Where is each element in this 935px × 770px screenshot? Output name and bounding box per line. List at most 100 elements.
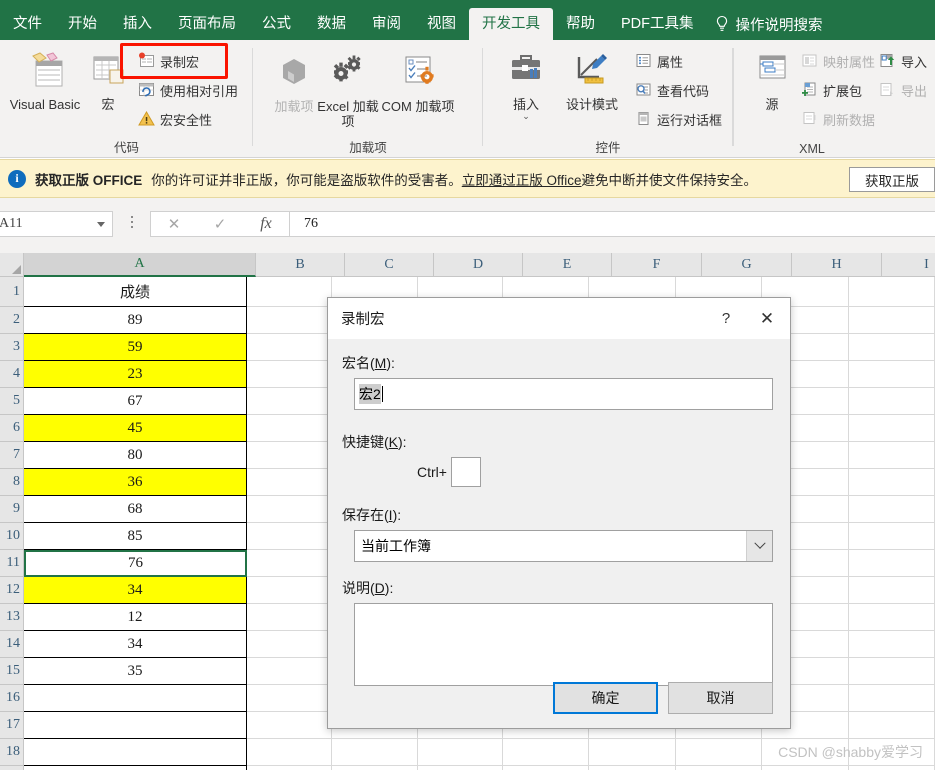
cell-b12[interactable]	[246, 577, 333, 604]
record-macro-button[interactable]: 录制宏	[138, 50, 238, 73]
cell-b18[interactable]	[246, 739, 333, 766]
cell-b1[interactable]	[246, 277, 333, 307]
tab-home[interactable]: 开始	[55, 8, 110, 40]
close-icon[interactable]: ✕	[744, 298, 790, 339]
cell-i14[interactable]	[848, 631, 935, 658]
expansion-pack-button[interactable]: 扩展包	[801, 79, 875, 102]
cell-b2[interactable]	[246, 307, 333, 334]
row-header-1[interactable]: 1	[0, 277, 24, 307]
cell-a7[interactable]: 80	[24, 442, 247, 469]
cancel-button[interactable]: 取消	[668, 682, 773, 714]
cell-b16[interactable]	[246, 685, 333, 712]
row-header-16[interactable]: 16	[0, 685, 24, 712]
row-header-18[interactable]: 18	[0, 739, 24, 766]
cell-i7[interactable]	[848, 442, 935, 469]
cell-b8[interactable]	[246, 469, 333, 496]
select-all-corner[interactable]	[0, 253, 24, 277]
cell-i8[interactable]	[848, 469, 935, 496]
name-box[interactable]: A11	[0, 211, 113, 237]
column-header-i[interactable]: I	[882, 253, 935, 277]
cell-i19[interactable]	[848, 766, 935, 770]
macro-security-button[interactable]: 宏安全性	[138, 108, 238, 131]
cell-a15[interactable]: 35	[24, 658, 247, 685]
cell-b7[interactable]	[246, 442, 333, 469]
column-header-a[interactable]: A	[24, 253, 256, 277]
design-mode-button[interactable]: 设计模式	[555, 46, 629, 112]
chevron-down-icon[interactable]	[746, 531, 772, 561]
cell-b15[interactable]	[246, 658, 333, 685]
cell-i10[interactable]	[848, 523, 935, 550]
run-dialog-button[interactable]: 运行对话框	[635, 108, 722, 131]
row-header-8[interactable]: 8	[0, 469, 24, 496]
row-header-3[interactable]: 3	[0, 334, 24, 361]
cancel-icon[interactable]: ✕	[151, 212, 197, 236]
row-header-10[interactable]: 10	[0, 523, 24, 550]
cell-a4[interactable]: 23	[24, 361, 247, 388]
cell-i17[interactable]	[848, 712, 935, 739]
cell-i2[interactable]	[848, 307, 935, 334]
tab-file[interactable]: 文件	[0, 8, 55, 40]
cell-a10[interactable]: 85	[24, 523, 247, 550]
cell-a6[interactable]: 45	[24, 415, 247, 442]
column-header-f[interactable]: F	[612, 253, 702, 277]
shortcut-key-input[interactable]	[450, 457, 481, 487]
cell-a5[interactable]: 67	[24, 388, 247, 415]
cell-a18[interactable]	[24, 739, 247, 766]
cell-i9[interactable]	[848, 496, 935, 523]
cell-g19[interactable]	[675, 766, 763, 770]
cell-i11[interactable]	[848, 550, 935, 577]
excel-addins-button[interactable]: Excel 加载项	[317, 48, 379, 129]
cell-b11[interactable]	[246, 550, 333, 577]
cell-b9[interactable]	[246, 496, 333, 523]
formula-input[interactable]: 76	[290, 211, 935, 237]
tab-data[interactable]: 数据	[304, 8, 359, 40]
tab-review[interactable]: 审阅	[359, 8, 414, 40]
row-header-13[interactable]: 13	[0, 604, 24, 631]
row-header-19[interactable]: 19	[0, 766, 24, 770]
row-header-11[interactable]: 11	[0, 550, 24, 577]
cell-h19[interactable]	[762, 766, 849, 770]
cell-a13[interactable]: 12	[24, 604, 247, 631]
cell-b17[interactable]	[246, 712, 333, 739]
addins-button[interactable]: 加载项	[271, 48, 317, 114]
name-box-dropdown-icon[interactable]	[97, 221, 105, 227]
confirm-icon[interactable]: ✓	[197, 212, 243, 236]
fx-icon[interactable]: fx	[243, 212, 289, 236]
cell-c18[interactable]	[332, 739, 418, 766]
cell-a19[interactable]	[24, 766, 247, 770]
cell-e18[interactable]	[503, 739, 590, 766]
map-properties-button[interactable]: 映射属性	[801, 50, 875, 73]
cell-d18[interactable]	[417, 739, 504, 766]
cell-i16[interactable]	[848, 685, 935, 712]
cell-c19[interactable]	[332, 766, 418, 770]
tab-view[interactable]: 视图	[414, 8, 469, 40]
column-header-b[interactable]: B	[256, 253, 345, 277]
insert-control-button[interactable]: 插入 ⌄	[497, 46, 555, 121]
com-addins-button[interactable]: COM 加载项	[379, 48, 457, 114]
cell-i6[interactable]	[848, 415, 935, 442]
tab-pdf-toolkit[interactable]: PDF工具集	[608, 8, 707, 40]
cell-a16[interactable]	[24, 685, 247, 712]
row-header-4[interactable]: 4	[0, 361, 24, 388]
cell-i12[interactable]	[848, 577, 935, 604]
cell-e19[interactable]	[503, 766, 590, 770]
row-header-14[interactable]: 14	[0, 631, 24, 658]
column-header-h[interactable]: H	[792, 253, 882, 277]
cell-i1[interactable]	[848, 277, 935, 307]
row-header-9[interactable]: 9	[0, 496, 24, 523]
row-header-2[interactable]: 2	[0, 307, 24, 334]
tab-help[interactable]: 帮助	[553, 8, 608, 40]
tab-page-layout[interactable]: 页面布局	[165, 8, 249, 40]
row-header-17[interactable]: 17	[0, 712, 24, 739]
visual-basic-button[interactable]: Visual Basic	[6, 46, 84, 112]
column-header-e[interactable]: E	[523, 253, 612, 277]
cell-b6[interactable]	[246, 415, 333, 442]
store-in-dropdown[interactable]: 当前工作簿	[354, 530, 773, 562]
tab-insert[interactable]: 插入	[110, 8, 165, 40]
refresh-data-button[interactable]: 刷新数据	[801, 108, 875, 131]
cell-a3[interactable]: 59	[24, 334, 247, 361]
properties-button[interactable]: 属性	[635, 50, 722, 73]
column-header-d[interactable]: D	[434, 253, 523, 277]
cell-g18[interactable]	[675, 739, 763, 766]
column-header-g[interactable]: G	[702, 253, 792, 277]
